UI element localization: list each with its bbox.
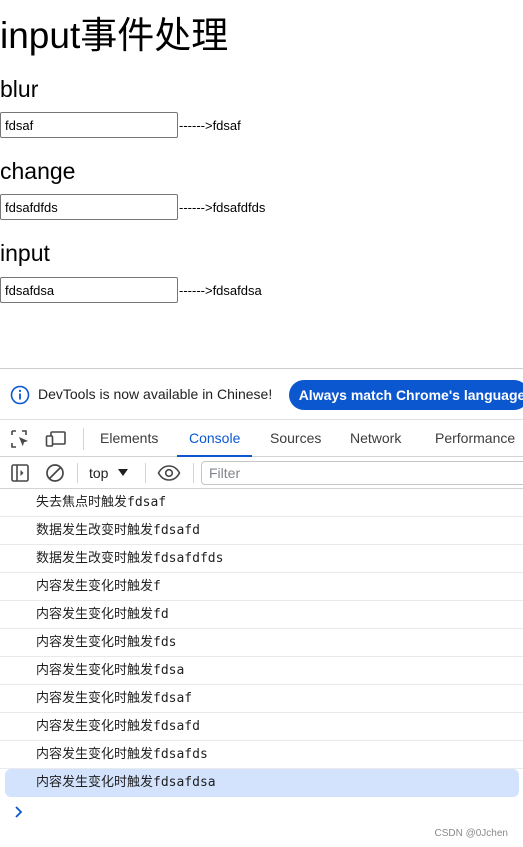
tab-network[interactable]: Network — [350, 420, 401, 457]
blur-output: ------>fdsaf — [179, 117, 241, 133]
tab-console[interactable]: Console — [176, 420, 253, 457]
infobar-message: DevTools is now available in Chinese! — [38, 386, 273, 402]
watermark: CSDN @0Jchen — [434, 828, 508, 839]
console-log-row: 数据发生改变时触发fdsafd — [0, 517, 523, 545]
devtools-panel: DevTools is now available in Chinese! Al… — [0, 368, 523, 847]
page-title: input事件处理 — [0, 15, 229, 56]
input-input[interactable] — [0, 277, 178, 303]
blur-input[interactable] — [0, 112, 178, 138]
toolbar-separator — [193, 463, 194, 483]
context-select[interactable]: top — [89, 462, 129, 484]
console-log-row: 内容发生变化时触发fds — [0, 629, 523, 657]
console-prompt-chevron-icon[interactable] — [12, 805, 26, 819]
console-toolbar: top — [0, 457, 523, 489]
chevron-down-icon — [118, 469, 129, 476]
blur-heading: blur — [0, 76, 39, 102]
console-log-row: 数据发生改变时触发fdsafdfds — [0, 545, 523, 573]
page-content: input事件处理 blur ------>fdsaf change -----… — [0, 0, 523, 368]
filter-box — [201, 461, 523, 485]
devtools-infobar: DevTools is now available in Chinese! Al… — [0, 369, 523, 420]
devtools-tabbar: Elements Console Sources Network Perform… — [0, 420, 523, 457]
console-log-row: 内容发生变化时触发fdsafd — [0, 713, 523, 741]
change-heading: change — [0, 158, 76, 184]
tabbar-separator — [83, 428, 84, 450]
console-log-row: 内容发生变化时触发fdsafds — [0, 741, 523, 769]
inspect-element-icon[interactable] — [10, 429, 32, 449]
toolbar-separator — [145, 463, 146, 483]
clear-console-icon[interactable] — [45, 463, 65, 483]
tab-elements[interactable]: Elements — [100, 420, 158, 457]
console-messages: 失去焦点时触发fdsaf 数据发生改变时触发fdsafd 数据发生改变时触发fd… — [0, 489, 523, 797]
always-match-language-button[interactable]: Always match Chrome's language — [289, 380, 523, 410]
filter-input[interactable] — [202, 462, 523, 484]
tab-sources[interactable]: Sources — [270, 420, 321, 457]
input-output: ------>fdsafdsa — [179, 282, 262, 298]
change-output: ------>fdsafdfds — [179, 199, 266, 215]
sidebar-toggle-icon[interactable] — [10, 463, 30, 483]
console-log-row: 内容发生变化时触发f — [0, 573, 523, 601]
console-log-row: 内容发生变化时触发fdsa — [0, 657, 523, 685]
tab-performance[interactable]: Performance — [435, 420, 515, 457]
change-row: ------>fdsafdfds — [0, 194, 265, 220]
console-log-row-selected: 内容发生变化时触发fdsafdsa — [5, 769, 519, 797]
console-log-row: 内容发生变化时触发fdsaf — [0, 685, 523, 713]
info-icon — [10, 385, 30, 405]
change-input[interactable] — [0, 194, 178, 220]
toolbar-separator — [77, 463, 78, 483]
device-toolbar-icon[interactable] — [45, 429, 67, 449]
input-row: ------>fdsafdsa — [0, 277, 262, 303]
input-heading: input — [0, 240, 50, 266]
console-log-row: 失去焦点时触发fdsaf — [0, 489, 523, 517]
console-log-row: 内容发生变化时触发fd — [0, 601, 523, 629]
context-select-value: top — [89, 465, 109, 481]
live-expression-eye-icon[interactable] — [157, 463, 181, 483]
blur-row: ------>fdsaf — [0, 112, 241, 138]
